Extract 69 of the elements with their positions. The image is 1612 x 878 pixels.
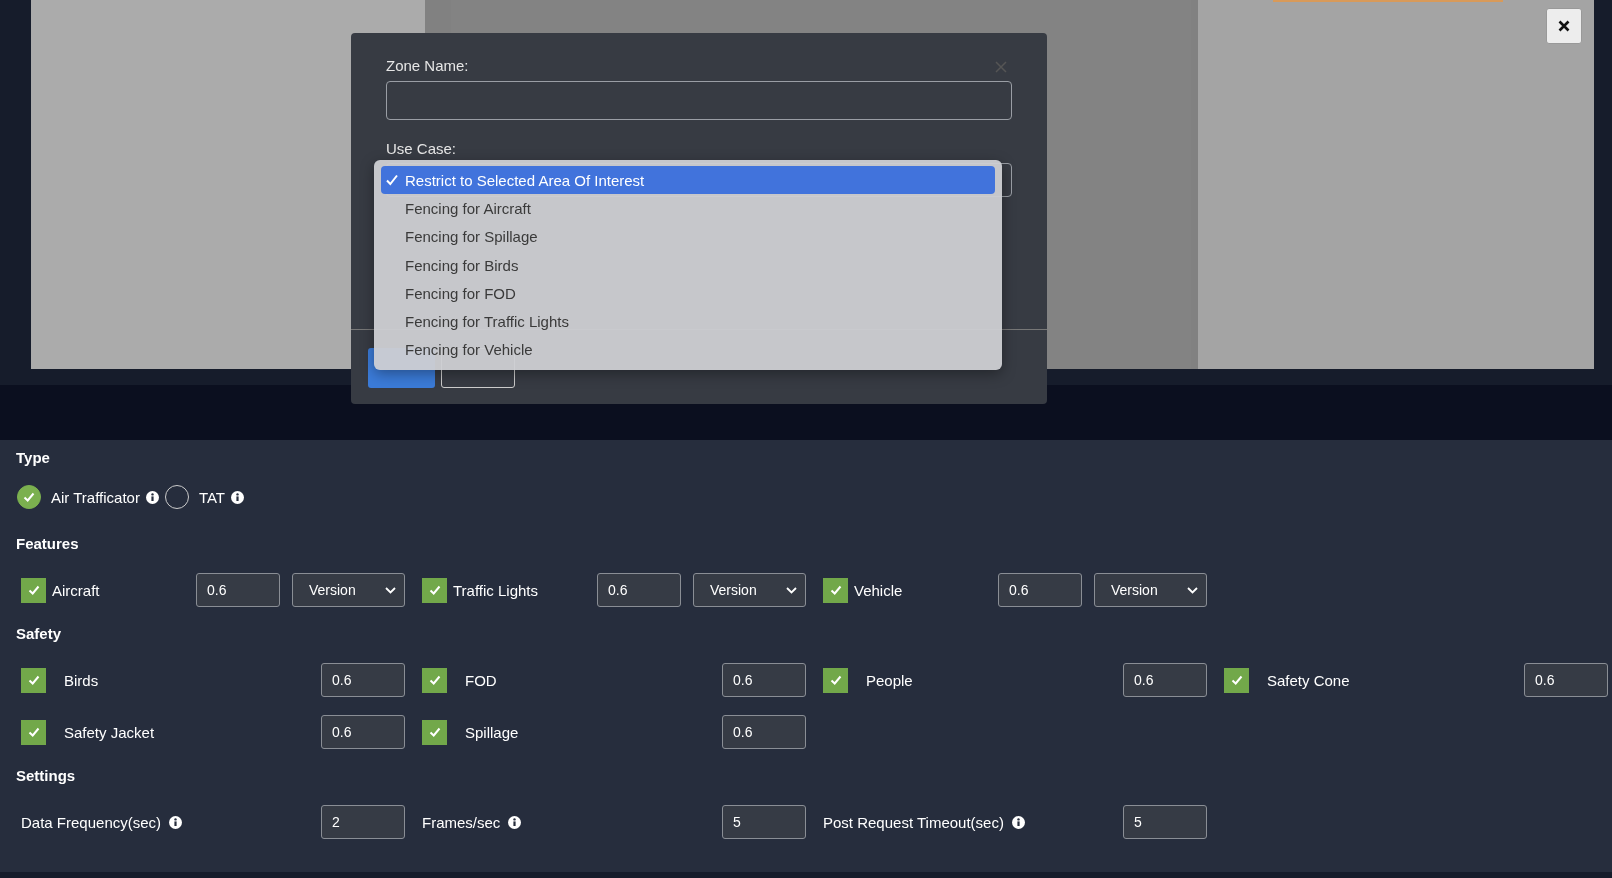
close-icon	[1558, 20, 1570, 32]
radio-label: TAT	[198, 488, 226, 506]
safety-label: People	[866, 671, 914, 689]
feature-label: Vehicle	[854, 581, 904, 599]
check-icon	[22, 490, 36, 504]
version-select[interactable]: Version	[693, 573, 806, 607]
zone-name-field[interactable]	[386, 81, 1012, 120]
safety-label: FOD	[465, 671, 498, 689]
threshold-field[interactable]: 0.6	[196, 573, 280, 607]
setting-label: Data Frequency(sec)	[21, 813, 162, 831]
check-icon	[427, 583, 442, 597]
setting-label: Frames/sec	[422, 813, 501, 831]
checkbox[interactable]	[21, 667, 46, 693]
section-heading: Type	[16, 448, 50, 468]
checkbox[interactable]	[823, 577, 848, 603]
check-icon	[427, 725, 442, 739]
chevron-down-icon	[1187, 586, 1198, 594]
safety-label: Safety Cone	[1267, 671, 1351, 689]
version-select[interactable]: Version	[292, 573, 405, 607]
threshold-field[interactable]: 0.6	[1123, 663, 1207, 697]
threshold-field[interactable]: 0.6	[321, 663, 405, 697]
chevron-down-icon	[385, 586, 396, 594]
threshold-field[interactable]: 0.6	[597, 573, 681, 607]
threshold-field[interactable]: 0.6	[321, 715, 405, 749]
safety-label: Safety Jacket	[64, 723, 156, 741]
check-icon	[26, 725, 41, 739]
dropdown-option[interactable]: Restrict to Selected Area Of Interest	[381, 166, 995, 195]
check-icon	[828, 583, 843, 597]
threshold-field[interactable]: 0.6	[998, 573, 1082, 607]
radio-button[interactable]	[17, 485, 41, 509]
check-icon	[26, 583, 41, 597]
checkbox[interactable]	[422, 577, 447, 603]
section-heading: Settings	[16, 766, 76, 786]
threshold-field[interactable]: 0.6	[722, 663, 806, 697]
safety-label: Birds	[64, 671, 100, 689]
feature-label: Traffic Lights	[453, 581, 540, 599]
dropdown-option[interactable]: Fencing for Birds	[381, 250, 995, 280]
close-button[interactable]	[1546, 8, 1582, 44]
checkbox[interactable]	[21, 577, 46, 603]
check-icon	[26, 673, 41, 687]
threshold-field[interactable]: 0.6	[1524, 663, 1608, 697]
dropdown-option[interactable]: Fencing for Vehicle	[381, 335, 995, 365]
check-icon	[386, 174, 398, 187]
chevron-down-icon	[786, 586, 797, 594]
feature-label: Aircraft	[52, 581, 101, 599]
check-icon	[828, 673, 843, 687]
safety-label: Spillage	[465, 723, 520, 741]
dropdown-option[interactable]: Fencing for FOD	[381, 279, 995, 308]
version-select[interactable]: Version	[1094, 573, 1207, 607]
checkbox[interactable]	[422, 719, 447, 745]
checkbox[interactable]	[1224, 667, 1249, 693]
section-heading: Safety	[16, 624, 62, 644]
check-icon	[1229, 673, 1244, 687]
dropdown-option[interactable]: Fencing for Traffic Lights	[381, 307, 995, 336]
threshold-field[interactable]: 5	[722, 805, 806, 839]
field-label: Use Case:	[386, 140, 457, 157]
checkbox[interactable]	[21, 719, 46, 745]
dropdown-option[interactable]: Fencing for Spillage	[381, 222, 995, 251]
checkbox[interactable]	[422, 667, 447, 693]
radio-label: Air Trafficator	[51, 488, 140, 506]
threshold-field[interactable]: 0.6	[722, 715, 806, 749]
field-label: Zone Name:	[386, 57, 469, 74]
section-heading: Features	[16, 534, 79, 554]
check-icon	[427, 673, 442, 687]
threshold-field[interactable]: 2	[321, 805, 405, 839]
dropdown-option[interactable]: Fencing for Aircraft	[381, 194, 995, 223]
setting-label: Post Request Timeout(sec)	[823, 813, 1004, 831]
threshold-field[interactable]: 5	[1123, 805, 1207, 839]
checkbox[interactable]	[823, 667, 848, 693]
